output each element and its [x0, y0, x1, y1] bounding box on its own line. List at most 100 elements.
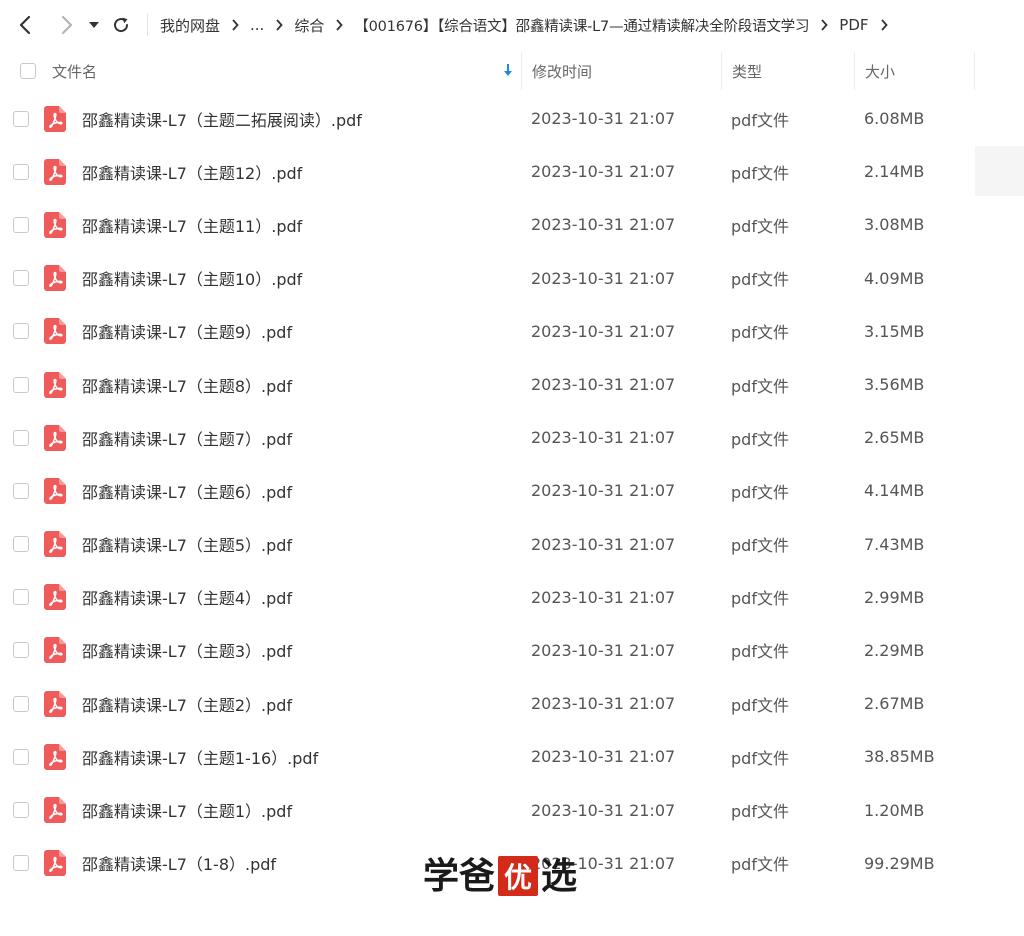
header-name[interactable]: 文件名 [52, 52, 521, 90]
refresh-icon [114, 17, 129, 33]
file-modified-time: 2023-10-31 21:07 [531, 428, 676, 448]
file-icon-cell [44, 743, 82, 770]
row-checkbox[interactable] [13, 589, 29, 606]
chevron-right-icon [61, 15, 73, 35]
header-type[interactable]: 类型 [721, 52, 854, 90]
file-row[interactable]: 邵鑫精读课-L7（主题12）.pdf 2023-10-31 21:07 pdf文… [0, 145, 1024, 198]
history-dropdown-button[interactable] [83, 9, 105, 41]
row-checkbox[interactable] [13, 482, 29, 499]
file-name[interactable]: 邵鑫精读课-L7（主题4）.pdf [82, 585, 521, 609]
row-checkbox[interactable] [13, 748, 29, 765]
file-row[interactable]: 邵鑫精读课-L7（主题1-16）.pdf 2023-10-31 21:07 pd… [0, 730, 1024, 783]
file-row[interactable]: 邵鑫精读课-L7（主题11）.pdf 2023-10-31 21:07 pdf文… [0, 198, 1024, 251]
row-check-cell [0, 802, 44, 819]
file-size: 2.67MB [864, 694, 925, 714]
breadcrumb-item-folder[interactable]: 综合 [294, 15, 324, 36]
breadcrumb-item-ellipsis[interactable]: ... [250, 16, 264, 34]
watermark-logo: 学 爸 优 选 [423, 853, 577, 899]
file-size: 3.56MB [864, 375, 925, 395]
back-button[interactable] [9, 9, 41, 41]
row-spacer [974, 677, 1024, 730]
file-row[interactable]: 邵鑫精读课-L7（主题8）.pdf 2023-10-31 21:07 pdf文件… [0, 358, 1024, 411]
row-checkbox[interactable] [13, 376, 29, 393]
file-row[interactable]: 邵鑫精读课-L7（主题3）.pdf 2023-10-31 21:07 pdf文件… [0, 624, 1024, 677]
file-name[interactable]: 邵鑫精读课-L7（主题1-16）.pdf [82, 745, 521, 769]
file-icon-cell [44, 637, 82, 664]
file-icon-cell [44, 105, 82, 132]
row-checkbox[interactable] [13, 110, 29, 127]
file-name[interactable]: 邵鑫精读课-L7（主题11）.pdf [82, 213, 521, 237]
file-modified-time: 2023-10-31 21:07 [531, 640, 676, 660]
file-modified-time: 2023-10-31 21:07 [531, 587, 676, 607]
file-name[interactable]: 邵鑫精读课-L7（主题5）.pdf [82, 532, 521, 556]
file-row[interactable]: 邵鑫精读课-L7（主题6）.pdf 2023-10-31 21:07 pdf文件… [0, 464, 1024, 517]
file-row[interactable]: 邵鑫精读课-L7（主题4）.pdf 2023-10-31 21:07 pdf文件… [0, 571, 1024, 624]
header-time[interactable]: 修改时间 [521, 52, 721, 90]
header-size-label: 大小 [865, 62, 896, 81]
file-type: pdf文件 [731, 536, 789, 556]
watermark-char: 爸 [459, 855, 496, 897]
row-checkbox[interactable] [13, 429, 29, 446]
row-check-cell [0, 589, 44, 606]
row-check-cell [0, 216, 44, 233]
file-name[interactable]: 邵鑫精读课-L7（主题2）.pdf [82, 692, 521, 716]
row-checkbox[interactable] [13, 323, 29, 340]
row-checkbox[interactable] [13, 536, 29, 553]
select-all-checkbox[interactable] [20, 63, 36, 79]
header-name-label: 文件名 [52, 62, 98, 81]
select-all-cell [0, 63, 52, 79]
file-icon-cell [44, 371, 82, 398]
watermark-stamp: 优 [498, 856, 539, 896]
row-checkbox[interactable] [13, 695, 29, 712]
pdf-file-icon [44, 637, 66, 664]
file-name[interactable]: 邵鑫精读课-L7（主题7）.pdf [82, 426, 521, 450]
row-spacer [974, 252, 1024, 305]
file-name[interactable]: 邵鑫精读课-L7（主题8）.pdf [82, 373, 521, 397]
file-size: 4.14MB [864, 481, 925, 501]
file-icon-cell [44, 265, 82, 292]
file-row[interactable]: 邵鑫精读课-L7（主题1）.pdf 2023-10-31 21:07 pdf文件… [0, 783, 1024, 836]
file-name[interactable]: 邵鑫精读课-L7（主题3）.pdf [82, 638, 521, 662]
pdf-file-icon [44, 743, 66, 770]
pdf-file-icon [44, 531, 66, 558]
file-name[interactable]: 邵鑫精读课-L7（主题二拓展阅读）.pdf [82, 107, 521, 131]
file-type: pdf文件 [731, 695, 789, 715]
forward-button[interactable] [51, 9, 83, 41]
file-row[interactable]: 邵鑫精读课-L7（主题二拓展阅读）.pdf 2023-10-31 21:07 p… [0, 92, 1024, 145]
breadcrumb-item-course[interactable]: 【001676】【综合语文】邵鑫精读课-L7—通过精读解决全阶段语文学习 [354, 15, 809, 36]
nav-divider [147, 14, 148, 36]
file-row[interactable]: 邵鑫精读课-L7（主题10）.pdf 2023-10-31 21:07 pdf文… [0, 252, 1024, 305]
file-row[interactable]: 邵鑫精读课-L7（主题5）.pdf 2023-10-31 21:07 pdf文件… [0, 518, 1024, 571]
file-name[interactable]: 邵鑫精读课-L7（主题1）.pdf [82, 798, 521, 822]
file-type: pdf文件 [731, 323, 789, 343]
breadcrumb: 我的网盘 ... 综合 【001676】【综合语文】邵鑫精读课-L7—通过精读解… [160, 15, 899, 36]
breadcrumb-item-current[interactable]: PDF [839, 16, 868, 34]
file-name[interactable]: 邵鑫精读课-L7（主题9）.pdf [82, 319, 521, 343]
file-name[interactable]: 邵鑫精读课-L7（主题6）.pdf [82, 479, 521, 503]
row-checkbox[interactable] [13, 855, 29, 872]
row-checkbox[interactable] [13, 802, 29, 819]
file-name[interactable]: 邵鑫精读课-L7（主题10）.pdf [82, 266, 521, 290]
pdf-file-icon [44, 318, 66, 345]
breadcrumb-item-home[interactable]: 我的网盘 [160, 15, 220, 36]
file-browser: 我的网盘 ... 综合 【001676】【综合语文】邵鑫精读课-L7—通过精读解… [0, 0, 1024, 936]
refresh-button[interactable] [105, 9, 137, 41]
file-icon-cell [44, 850, 82, 877]
breadcrumb-separator [878, 19, 890, 31]
file-modified-time: 2023-10-31 21:07 [531, 109, 676, 129]
file-row[interactable]: 邵鑫精读课-L7（主题2）.pdf 2023-10-31 21:07 pdf文件… [0, 677, 1024, 730]
row-spacer [974, 411, 1024, 464]
file-size: 2.14MB [864, 162, 925, 182]
file-name[interactable]: 邵鑫精读课-L7（主题12）.pdf [82, 160, 521, 184]
file-row[interactable]: 邵鑫精读课-L7（主题9）.pdf 2023-10-31 21:07 pdf文件… [0, 305, 1024, 358]
file-row[interactable]: 邵鑫精读课-L7（主题7）.pdf 2023-10-31 21:07 pdf文件… [0, 411, 1024, 464]
row-checkbox[interactable] [13, 270, 29, 287]
row-checkbox[interactable] [13, 216, 29, 233]
row-checkbox[interactable] [13, 163, 29, 180]
file-type: pdf文件 [731, 642, 789, 662]
file-size: 7.43MB [864, 534, 925, 554]
header-size[interactable]: 大小 [854, 52, 974, 90]
row-checkbox[interactable] [13, 642, 29, 659]
row-check-cell [0, 163, 44, 180]
file-icon-cell [44, 318, 82, 345]
